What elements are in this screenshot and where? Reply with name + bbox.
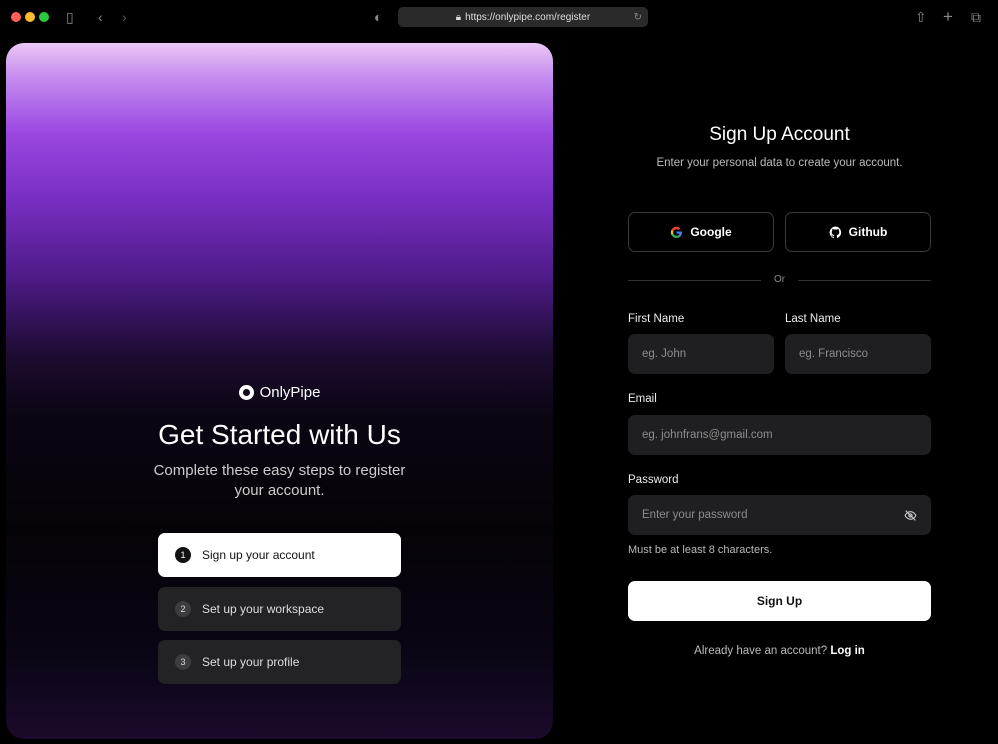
google-icon [671,226,683,238]
form-title: Sign Up Account [709,124,850,145]
password-label: Password [628,474,679,486]
forward-icon[interactable]: › [122,9,127,25]
google-label: Google [690,225,732,239]
logo-ring-icon [238,385,254,400]
step-3[interactable]: 3 Set up your profile [158,640,401,684]
last-name-input[interactable] [785,334,931,374]
google-button[interactable]: Google [628,212,774,252]
address-bar[interactable]: 🔒︎ https://onlypipe.com/register ↻ [398,7,648,27]
brand-logo: OnlyPipe [6,384,553,401]
step-2[interactable]: 2 Set up your workspace [158,587,401,631]
step-label: Set up your workspace [202,602,325,616]
password-hint: Must be at least 8 characters. [628,544,773,556]
share-icon[interactable]: ⇧ [915,9,927,25]
reload-icon[interactable]: ↻ [634,12,642,23]
eye-off-icon[interactable] [904,509,917,522]
minimize-window-button[interactable] [25,12,35,22]
step-label: Sign up your account [202,548,315,562]
hero-title: Get Started with Us [158,419,401,450]
github-label: Github [848,225,888,239]
step-number: 1 [175,547,191,563]
form-description: Enter your personal data to create your … [656,157,903,169]
hero-panel: OnlyPipe Get Started with Us Complete th… [6,43,553,739]
login-link[interactable]: Log in [830,645,865,657]
hero-subtitle: Complete these easy steps to register yo… [153,462,406,499]
login-prompt: Already have an account? Log in [628,645,931,657]
url-text: https://onlypipe.com/register [465,11,591,23]
first-name-input[interactable] [628,334,774,374]
divider-text: Or [773,274,786,285]
github-button[interactable]: Github [785,212,931,252]
password-input[interactable] [628,495,931,535]
sidebar-toggle-icon[interactable]: ▯ [66,9,74,25]
login-prompt-text: Already have an account? [694,645,828,657]
step-number: 3 [175,654,191,670]
github-icon [829,226,841,238]
tabs-overview-icon[interactable]: ⧉ [971,9,981,25]
new-tab-icon[interactable]: + [943,8,953,25]
step-number: 2 [175,601,191,617]
step-1[interactable]: 1 Sign up your account [158,533,401,577]
email-input[interactable] [628,415,931,455]
sign-up-button[interactable]: Sign Up [628,581,931,621]
first-name-label: First Name [628,313,685,325]
shield-icon[interactable]: ◐ [374,9,382,25]
close-window-button[interactable] [11,12,21,22]
maximize-window-button[interactable] [39,12,49,22]
brand-name: OnlyPipe [259,384,321,401]
back-icon[interactable]: ‹ [98,9,103,25]
last-name-label: Last Name [785,313,841,325]
browser-toolbar: ▯ ‹ › ◐ 🔒︎ https://onlypipe.com/register… [0,0,998,36]
step-label: Set up your profile [202,655,300,669]
email-label: Email [628,393,657,405]
lock-icon: 🔒︎ [455,11,462,23]
